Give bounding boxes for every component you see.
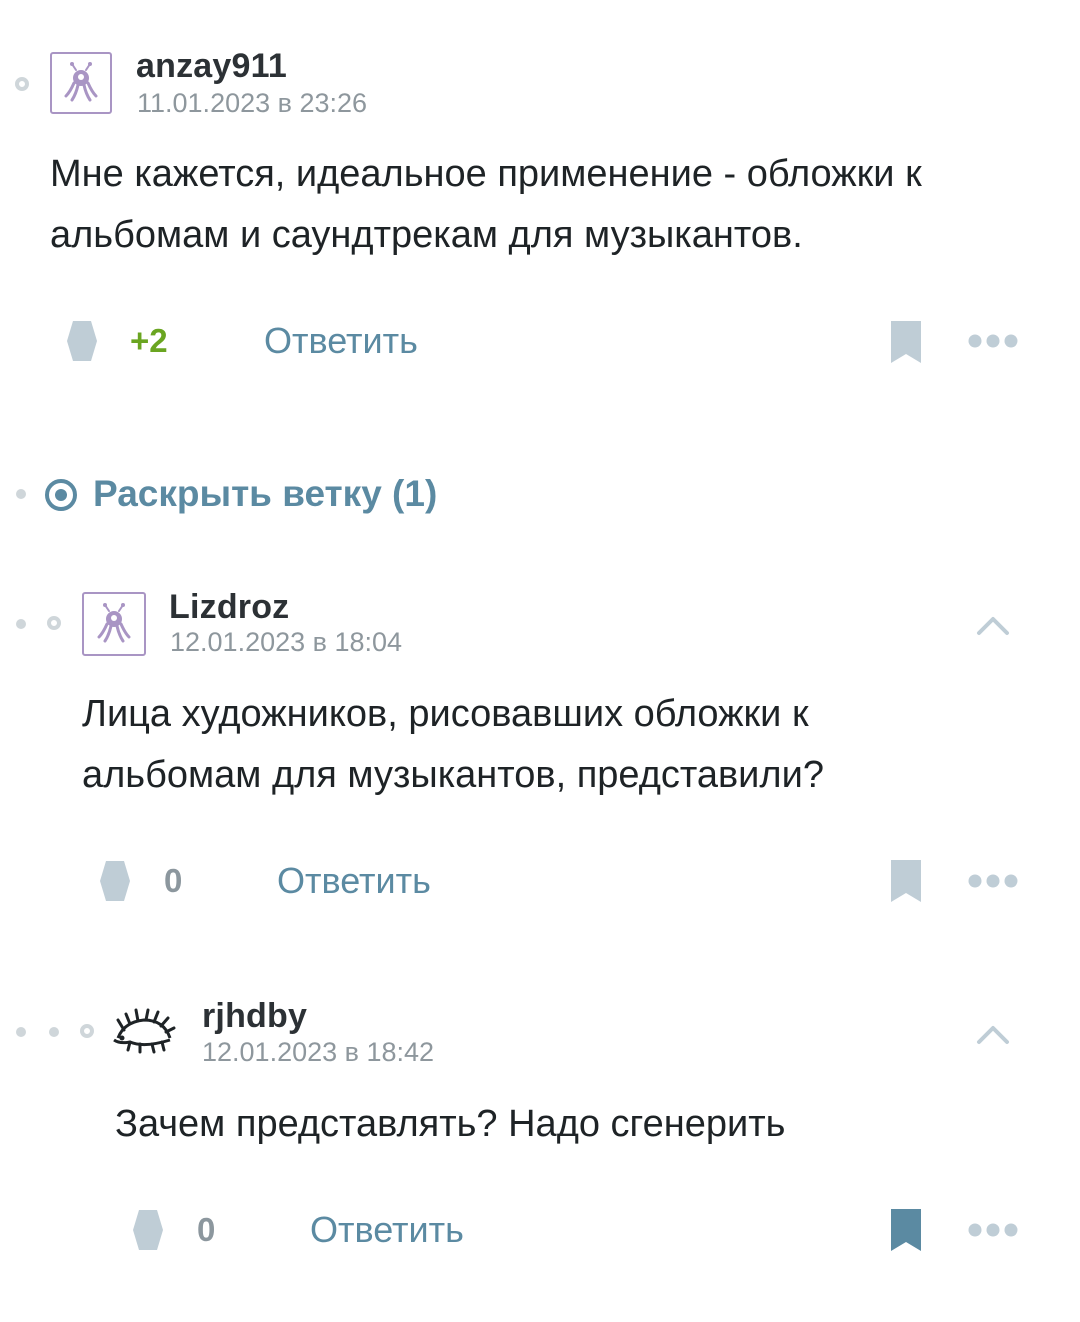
- comment-text-line: Зачем представлять? Надо сгенерить: [115, 1103, 786, 1145]
- avatar[interactable]: [50, 52, 112, 114]
- vote-diamond-icon[interactable]: [100, 857, 130, 905]
- thread-level-dot: [16, 619, 26, 629]
- comment-text-line: альбомам для музыкантов, представили?: [82, 754, 824, 796]
- more-dots-icon[interactable]: [967, 1222, 1019, 1238]
- vote-diamond-icon[interactable]: [67, 317, 97, 365]
- username[interactable]: rjhdby: [202, 997, 307, 1036]
- comment-text-line: альбомам и саундтрекам для музыкантов.: [50, 214, 803, 256]
- more-dots-icon[interactable]: [967, 873, 1019, 889]
- hedgehog-avatar-icon[interactable]: [110, 1008, 176, 1056]
- comment-text: Мне кажется, идеальное применение - обло…: [50, 144, 922, 266]
- comment-text: Лица художников, рисовавших обложки к ал…: [82, 684, 824, 806]
- reply-button[interactable]: Ответить: [277, 860, 431, 902]
- bookmark-icon[interactable]: [889, 1207, 923, 1253]
- reply-button[interactable]: Ответить: [310, 1209, 464, 1251]
- comment-date: 12.01.2023 в 18:42: [202, 1037, 435, 1067]
- comment-text: Зачем представлять? Надо сгенерить: [115, 1094, 785, 1155]
- bookmark-icon[interactable]: [889, 319, 923, 365]
- chevron-up-icon[interactable]: [976, 1023, 1010, 1045]
- thread-level-ring: [15, 77, 29, 91]
- thread-level-ring: [80, 1024, 94, 1038]
- reply-button[interactable]: Ответить: [264, 320, 418, 362]
- octopus-avatar-icon: [97, 603, 131, 643]
- comment-score: 0: [197, 1211, 216, 1248]
- comment-score: +2: [130, 322, 168, 359]
- octopus-avatar-icon: [64, 62, 98, 102]
- thread-level-dot: [16, 1027, 26, 1037]
- thread-level-dot: [16, 489, 26, 499]
- avatar[interactable]: [82, 592, 146, 656]
- username[interactable]: anzay911: [136, 47, 287, 86]
- expand-thread-button[interactable]: Раскрыть ветку (1): [93, 473, 437, 515]
- chevron-up-icon[interactable]: [976, 614, 1010, 636]
- thread-level-dot: [49, 1027, 59, 1037]
- more-dots-icon[interactable]: [967, 333, 1019, 349]
- comment-date: 11.01.2023 в 23:26: [137, 88, 368, 118]
- comment-text-line: Лица художников, рисовавших обложки к: [82, 693, 809, 735]
- bookmark-icon[interactable]: [889, 858, 923, 904]
- comment-date: 12.01.2023 в 18:04: [170, 627, 403, 657]
- comment-score: 0: [164, 862, 183, 899]
- username[interactable]: Lizdroz: [169, 588, 289, 627]
- thread-level-ring: [47, 616, 61, 630]
- vote-diamond-icon[interactable]: [133, 1206, 163, 1254]
- comment-text-line: Мне кажется, идеальное применение - обло…: [50, 153, 922, 195]
- target-circle-icon[interactable]: [44, 478, 78, 512]
